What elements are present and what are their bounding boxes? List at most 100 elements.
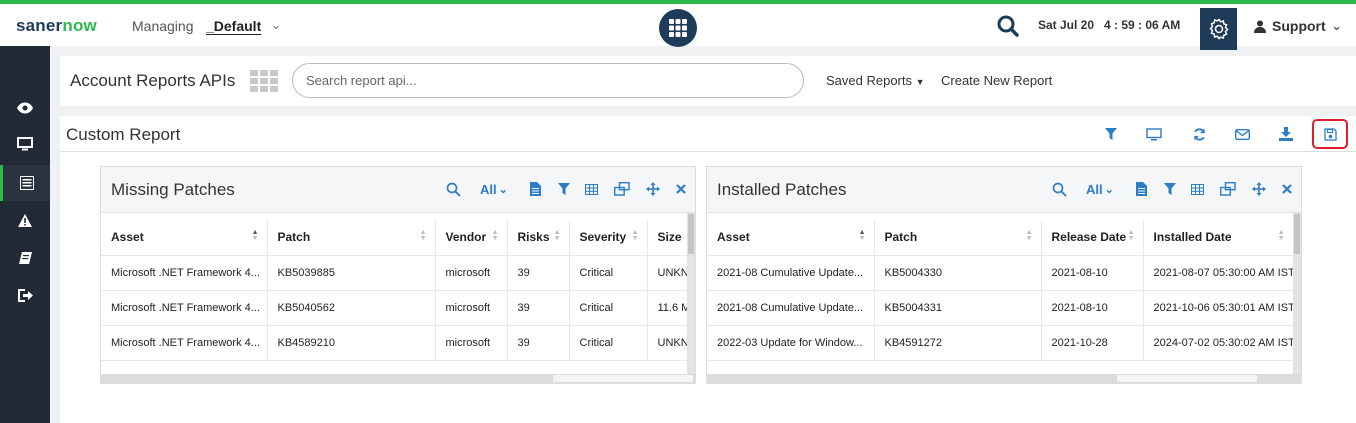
- save-icon: [1323, 127, 1337, 141]
- report-header: Custom Report: [60, 116, 1356, 152]
- widget-move-button[interactable]: [1252, 181, 1266, 197]
- report-save-button[interactable]: [1312, 119, 1348, 149]
- sidebar-item-docs[interactable]: [0, 240, 50, 276]
- alert-icon: [18, 213, 32, 227]
- sidebar-item-logout[interactable]: [0, 277, 50, 313]
- cell-vendor: microsoft: [435, 255, 508, 291]
- cell-patch: KB4591272: [874, 325, 1042, 361]
- user-icon: [1254, 20, 1266, 33]
- horizontal-scrollbar[interactable]: [101, 374, 695, 383]
- cell-patch: KB5040562: [267, 290, 436, 326]
- vertical-scrollbar[interactable]: [1293, 213, 1301, 375]
- saved-reports-dropdown[interactable]: Saved Reports ▼: [826, 73, 925, 88]
- column-header-label: Size: [657, 230, 682, 245]
- missing-patches-table: Asset ▲ ▼ Patch ▲ ▼ Vendor ▲ ▼ Risks ▲ ▼ Severit…: [101, 220, 688, 361]
- report-refresh-button[interactable]: [1190, 126, 1208, 142]
- widget-filter-value: All: [480, 181, 497, 197]
- column-header-risks[interactable]: Risks ▲ ▼: [507, 220, 570, 256]
- column-header-label: Risks: [517, 230, 550, 245]
- table-row[interactable]: 2021-08 Cumulative Update... KB5004330 2…: [707, 255, 1294, 291]
- sort-icon: ▲ ▼: [1127, 229, 1135, 242]
- table-row[interactable]: Microsoft .NET Framework 4... KB5039885 …: [101, 255, 688, 291]
- sidebar-item-alerts[interactable]: [0, 202, 50, 238]
- widget-document-button[interactable]: [1136, 181, 1147, 197]
- report-email-button[interactable]: [1233, 126, 1251, 142]
- sidebar: [0, 46, 50, 423]
- widget-document-button[interactable]: [530, 181, 541, 197]
- search-icon: [1052, 182, 1067, 197]
- table-icon: [585, 183, 598, 195]
- sidebar-item-reports[interactable]: [0, 165, 50, 201]
- cell-vendor: microsoft: [435, 325, 508, 361]
- api-bar: Account Reports APIs Saved Reports ▼ Cre…: [60, 56, 1356, 106]
- sidebar-item-devices[interactable]: [0, 126, 50, 162]
- table-header-row: Asset ▲ ▼ Patch ▲ ▼ Release Date ▲ ▼ Installed…: [707, 220, 1294, 256]
- global-search-button[interactable]: [996, 14, 1020, 43]
- managing-label: Managing: [132, 18, 194, 34]
- scrollbar-thumb[interactable]: [553, 375, 693, 382]
- missing-patches-widget: Missing Patches All ⌄ Asset ▲ ▼ Patch ▲ …: [100, 166, 696, 384]
- close-icon: [676, 184, 686, 194]
- table-row[interactable]: Microsoft .NET Framework 4... KB5040562 …: [101, 290, 688, 326]
- user-menu[interactable]: Support ⌄: [1254, 18, 1342, 34]
- layout-grid-icon[interactable]: [250, 70, 280, 92]
- widget-filter-select[interactable]: All ⌄: [480, 181, 508, 197]
- scrollbar-thumb[interactable]: [688, 214, 694, 254]
- widget-filter-select[interactable]: All ⌄: [1086, 181, 1114, 197]
- report-download-button[interactable]: [1277, 126, 1295, 142]
- filter-icon: [1105, 128, 1117, 140]
- column-header-asset[interactable]: Asset ▲ ▼: [707, 220, 875, 256]
- widget-search-button[interactable]: [1052, 181, 1067, 197]
- report-api-search-input[interactable]: [292, 63, 804, 98]
- widget-close-button[interactable]: [1282, 181, 1292, 197]
- app-launcher-button[interactable]: [659, 9, 697, 47]
- scrollbar-thumb[interactable]: [1294, 214, 1300, 254]
- widget-move-button[interactable]: [646, 181, 660, 197]
- cell-severity: Critical: [569, 255, 648, 291]
- widget-table-view-button[interactable]: [585, 181, 598, 197]
- widget-filter-button[interactable]: [558, 181, 570, 197]
- column-header-release-date[interactable]: Release Date ▲ ▼: [1041, 220, 1144, 256]
- widget-search-button[interactable]: [446, 181, 461, 197]
- cell-patch: KB5039885: [267, 255, 436, 291]
- table-header-row: Asset ▲ ▼ Patch ▲ ▼ Vendor ▲ ▼ Risks ▲ ▼ Severit…: [101, 220, 688, 256]
- column-header-severity[interactable]: Severity ▲ ▼: [569, 220, 648, 256]
- cell-release-date: 2021-10-28: [1041, 325, 1144, 361]
- sort-icon: ▲ ▼: [631, 229, 639, 242]
- vertical-scrollbar[interactable]: [687, 213, 695, 375]
- installed-patches-table: Asset ▲ ▼ Patch ▲ ▼ Release Date ▲ ▼ Installed…: [707, 220, 1294, 361]
- column-header-patch[interactable]: Patch ▲ ▼: [874, 220, 1042, 256]
- column-header-asset[interactable]: Asset ▲ ▼: [101, 220, 268, 256]
- column-header-size[interactable]: Size: [647, 220, 688, 256]
- tenant-selector[interactable]: _Default: [206, 18, 261, 34]
- create-new-report-link[interactable]: Create New Report: [941, 73, 1052, 88]
- horizontal-scrollbar[interactable]: [707, 374, 1301, 383]
- cell-asset: 2021-08 Cumulative Update...: [707, 290, 875, 326]
- column-header-patch[interactable]: Patch ▲ ▼: [267, 220, 436, 256]
- cell-installed-date: 2024-07-02 05:30:02 AM IST: [1143, 325, 1294, 361]
- column-header-vendor[interactable]: Vendor ▲ ▼: [435, 220, 508, 256]
- chevron-down-icon[interactable]: ⌄: [271, 18, 281, 32]
- column-header-installed-date[interactable]: Installed Date ▲ ▼: [1143, 220, 1294, 256]
- widget-table-view-button[interactable]: [1191, 181, 1204, 197]
- document-icon: [530, 182, 541, 196]
- cell-severity: Critical: [569, 325, 648, 361]
- table-row[interactable]: 2021-08 Cumulative Update... KB5004331 2…: [707, 290, 1294, 326]
- widget-filter-value: All: [1086, 181, 1103, 197]
- table-row[interactable]: Microsoft .NET Framework 4... KB4589210 …: [101, 325, 688, 361]
- widget-popout-button[interactable]: [1220, 181, 1236, 197]
- settings-button[interactable]: [1200, 8, 1237, 50]
- sort-icon: ▲ ▼: [251, 229, 259, 242]
- brand-logo[interactable]: sanernow: [16, 16, 97, 36]
- email-icon: [1234, 128, 1250, 140]
- report-filter-button[interactable]: [1102, 126, 1120, 142]
- widget-close-button[interactable]: [676, 181, 686, 197]
- widget-filter-button[interactable]: [1164, 181, 1176, 197]
- report-display-button[interactable]: [1145, 126, 1163, 142]
- report-list-icon: [19, 176, 34, 190]
- table-row[interactable]: 2022-03 Update for Window... KB4591272 2…: [707, 325, 1294, 361]
- scrollbar-thumb[interactable]: [1117, 375, 1257, 382]
- sidebar-item-visibility[interactable]: [0, 90, 50, 126]
- widget-popout-button[interactable]: [614, 181, 630, 197]
- search-icon: [446, 182, 461, 197]
